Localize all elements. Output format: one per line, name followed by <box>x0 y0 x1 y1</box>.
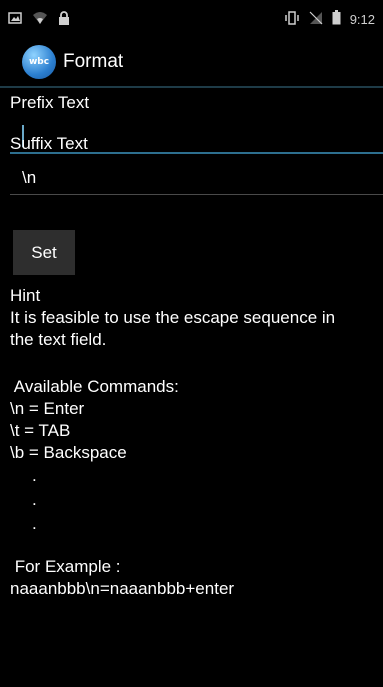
command-item: \t = TAB <box>10 421 71 440</box>
vibrate-icon <box>284 10 300 28</box>
set-button[interactable]: Set <box>13 230 75 275</box>
ellipsis-dot: . <box>32 514 37 533</box>
suffix-input[interactable]: \n <box>10 161 383 195</box>
hint-title: Hint <box>10 286 41 305</box>
example-value: naaanbbb\n=naaanbbb+enter <box>10 579 235 598</box>
hint-line-1: It is feasible to use the escape sequenc… <box>10 308 336 327</box>
wifi-icon <box>32 11 48 28</box>
status-bar: 9:12 <box>0 0 383 38</box>
command-item: \n = Enter <box>10 399 85 418</box>
suffix-value: \n <box>22 167 37 187</box>
app-logo-text: wbc <box>28 57 50 67</box>
page-title: Format <box>63 51 124 72</box>
battery-icon <box>332 10 341 28</box>
command-item: \b = Backspace <box>10 443 127 462</box>
ellipsis-dot: . <box>32 490 37 509</box>
gallery-icon <box>8 11 22 27</box>
app-logo-icon[interactable]: wbc <box>22 45 56 79</box>
action-bar: wbc Format <box>0 38 383 88</box>
example-header: For Example : <box>10 557 121 576</box>
suffix-label: Suffix Text <box>10 134 88 153</box>
status-time: 9:12 <box>349 11 375 27</box>
ellipsis-dot: . <box>32 466 37 485</box>
prefix-label: Prefix Text <box>10 93 90 112</box>
commands-header: Available Commands: <box>10 377 179 396</box>
no-signal-icon <box>309 11 323 28</box>
lock-icon <box>58 10 70 28</box>
hint-line-2: the text field. <box>10 330 107 349</box>
